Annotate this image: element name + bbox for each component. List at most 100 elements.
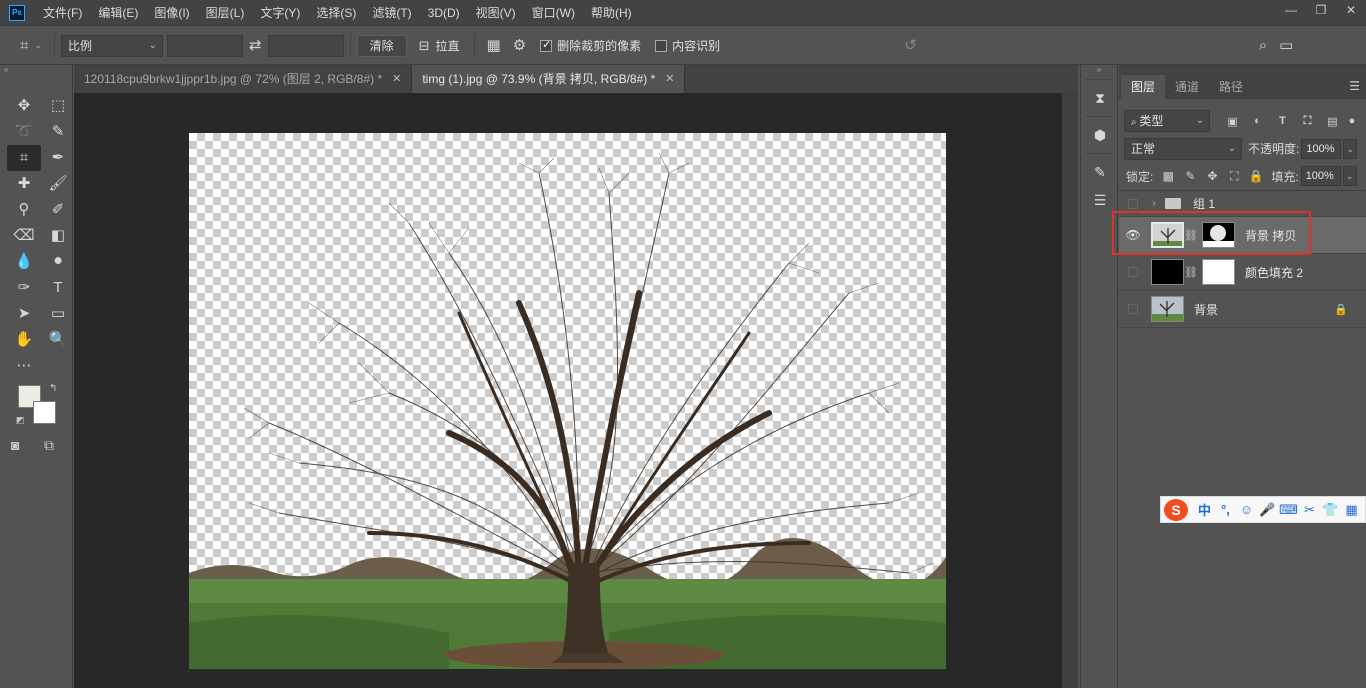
ime-menu-icon[interactable]: ▦: [1341, 502, 1362, 518]
quick-mask-icon[interactable]: ◙: [11, 437, 19, 453]
visibility-toggle[interactable]: [1128, 198, 1138, 209]
rectangle-tool-icon[interactable]: ▭: [41, 301, 75, 327]
ime-emoji-icon[interactable]: ☺: [1236, 502, 1257, 517]
gradient-tool-icon[interactable]: ◧: [41, 223, 75, 249]
search-icon[interactable]: ⌕: [1253, 27, 1273, 65]
menu-edit[interactable]: 编辑(E): [90, 0, 146, 26]
quick-select-tool-icon[interactable]: ✎: [41, 119, 75, 145]
menu-layer[interactable]: 图层(L): [198, 0, 253, 26]
ime-logo-icon[interactable]: S: [1164, 498, 1188, 521]
crop-tool-icon[interactable]: ⌗: [7, 145, 41, 171]
visibility-toggle[interactable]: [1128, 304, 1138, 314]
ime-keyboard-icon[interactable]: ⌨: [1278, 502, 1299, 518]
menu-select[interactable]: 选择(S): [308, 0, 364, 26]
ime-voice-icon[interactable]: 🎤: [1257, 502, 1278, 518]
menu-filter[interactable]: 滤镜(T): [364, 0, 419, 26]
lock-position-icon[interactable]: ✥: [1201, 169, 1223, 183]
vertical-scrollbar[interactable]: [1062, 93, 1078, 688]
menu-type[interactable]: 文字(Y): [252, 0, 308, 26]
screen-mode-icon[interactable]: ⧉: [44, 437, 54, 454]
chevron-down-icon[interactable]: ⌄: [1343, 138, 1358, 159]
restore-button[interactable]: ❐: [1306, 0, 1336, 22]
lock-image-icon[interactable]: ✎: [1179, 169, 1201, 183]
tab-layers[interactable]: 图层: [1121, 75, 1166, 99]
history-panel-icon[interactable]: ⧗: [1081, 84, 1119, 112]
minimize-button[interactable]: —: [1276, 0, 1306, 22]
menu-image[interactable]: 图像(I): [146, 0, 197, 26]
tab-document-1[interactable]: 120118cpu9brkw1jjppr1b.jpg @ 72% (图层 2, …: [74, 65, 413, 93]
3d-panel-icon[interactable]: ⬢: [1081, 121, 1119, 149]
lasso-tool-icon[interactable]: ➰: [7, 119, 41, 145]
swap-icon[interactable]: ⇄: [243, 27, 268, 65]
brush-tool-icon[interactable]: 🖌: [41, 171, 75, 197]
lock-artboard-icon[interactable]: ⛶: [1223, 169, 1245, 184]
clear-button[interactable]: 清除: [356, 34, 407, 57]
tab-paths[interactable]: 路径: [1209, 75, 1253, 99]
lock-transparency-icon[interactable]: ▩: [1157, 169, 1179, 183]
filter-toggle-icon[interactable]: ●: [1345, 115, 1359, 127]
blend-mode-select[interactable]: 正常 ⌄: [1124, 137, 1242, 160]
swap-colors-icon[interactable]: ↰: [49, 383, 57, 394]
ratio-select[interactable]: 比例 ⌄: [61, 34, 163, 57]
close-icon[interactable]: ✕: [665, 66, 674, 92]
collapse-arrows-icon[interactable]: «: [0, 65, 72, 75]
visibility-toggle[interactable]: [1128, 267, 1138, 277]
chevron-down-icon[interactable]: ⌄: [1342, 166, 1357, 186]
document-canvas[interactable]: [189, 133, 946, 669]
tab-document-2[interactable]: timg (1).jpg @ 73.9% (背景 拷贝, RGB/8#) * ✕: [412, 65, 686, 93]
menu-window[interactable]: 窗口(W): [524, 0, 583, 26]
height-input[interactable]: [267, 34, 344, 57]
filter-shape-icon[interactable]: ⛶: [1295, 115, 1320, 128]
straighten-icon[interactable]: ⊟: [413, 27, 436, 65]
eyedropper-tool-icon[interactable]: ✒: [41, 145, 75, 171]
filter-type-icon[interactable]: T: [1270, 115, 1295, 127]
blur-tool-icon[interactable]: 💧: [7, 249, 41, 275]
layer-row-color-fill[interactable]: ⛓ 颜色填充 2: [1119, 254, 1366, 291]
brush-settings-icon[interactable]: ✎: [1081, 158, 1119, 186]
marquee-tool-icon[interactable]: ⬚: [41, 93, 75, 119]
ime-tools-icon[interactable]: ✂: [1299, 502, 1320, 518]
kind-filter-select[interactable]: ⌕ 类型 ⌄: [1124, 110, 1210, 132]
gear-icon[interactable]: ⚙: [507, 27, 532, 65]
background-color-swatch[interactable]: [33, 401, 56, 424]
menu-view[interactable]: 视图(V): [468, 0, 524, 26]
menu-help[interactable]: 帮助(H): [583, 0, 640, 26]
zoom-tool-icon[interactable]: 🔍: [41, 327, 75, 353]
width-input[interactable]: [167, 34, 243, 57]
clone-stamp-tool-icon[interactable]: ⚲: [7, 197, 41, 223]
close-window-button[interactable]: ✕: [1336, 0, 1366, 22]
opacity-input[interactable]: 100%: [1301, 138, 1342, 159]
more-tools-icon[interactable]: ⋯: [7, 353, 41, 379]
lock-all-icon[interactable]: 🔒: [1245, 169, 1267, 183]
chevron-down-icon[interactable]: ⌄: [34, 40, 42, 51]
straighten-label[interactable]: 拉直: [436, 37, 460, 54]
pen-tool-icon[interactable]: ✑: [7, 275, 41, 301]
hand-tool-icon[interactable]: ✋: [7, 327, 41, 353]
workspace-icon[interactable]: ▭: [1273, 27, 1299, 65]
fill-input[interactable]: 100%: [1300, 166, 1341, 186]
layer-row-background[interactable]: 背景 🔒: [1119, 291, 1366, 328]
chevron-right-icon[interactable]: ›: [1147, 198, 1161, 209]
dodge-tool-icon[interactable]: ⚫: [41, 249, 75, 275]
reset-icon[interactable]: ↺: [898, 27, 923, 65]
crop-tool-preset-icon[interactable]: ⌗: [14, 27, 34, 65]
content-aware-checkbox[interactable]: [655, 39, 672, 53]
menu-file[interactable]: 文件(F): [35, 0, 90, 26]
ime-punctuation-toggle[interactable]: °,: [1215, 502, 1236, 517]
adjustments-icon[interactable]: ☰: [1081, 186, 1119, 214]
move-tool-icon[interactable]: ✥: [7, 93, 41, 119]
filter-pixel-icon[interactable]: ▣: [1220, 115, 1245, 128]
default-colors-icon[interactable]: ◩: [16, 415, 25, 426]
menu-3d[interactable]: 3D(D): [420, 0, 468, 26]
path-select-tool-icon[interactable]: ➤: [7, 301, 41, 327]
type-tool-icon[interactable]: T: [41, 275, 75, 301]
collapse-arrows-icon[interactable]: »: [1081, 65, 1117, 75]
link-icon[interactable]: ⛓: [1184, 266, 1198, 279]
history-brush-tool-icon[interactable]: ✐: [41, 197, 75, 223]
ime-language-toggle[interactable]: 中: [1194, 500, 1215, 519]
panel-menu-icon[interactable]: ☰: [1349, 79, 1360, 93]
delete-cropped-checkbox[interactable]: [540, 38, 557, 53]
healing-brush-tool-icon[interactable]: ✚: [7, 171, 41, 197]
canvas-workspace[interactable]: [74, 93, 1062, 688]
ime-skin-icon[interactable]: 👕: [1320, 502, 1341, 518]
